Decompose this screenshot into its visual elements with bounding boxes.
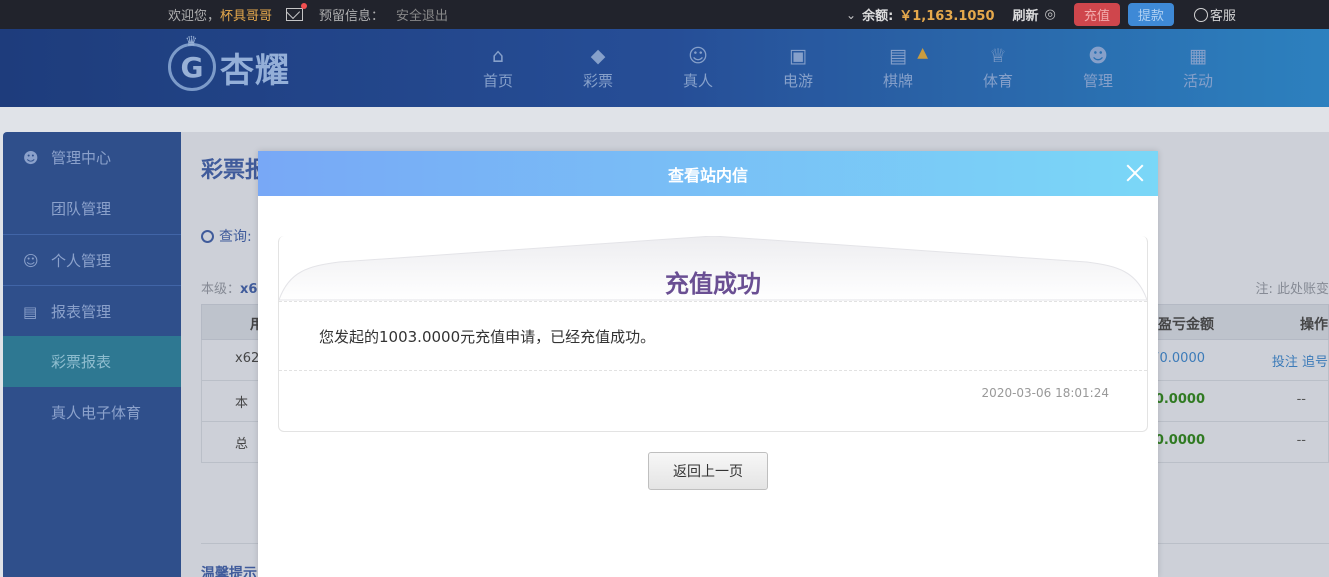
letter-body: 您发起的1003.0000元充值申请，已经充值成功。 bbox=[319, 328, 656, 346]
letter-timestamp: 2020-03-06 18:01:24 bbox=[981, 386, 1109, 400]
divider bbox=[279, 301, 1147, 302]
close-icon[interactable] bbox=[1124, 162, 1146, 184]
divider bbox=[279, 370, 1147, 371]
letter-card: 充值成功 您发起的1003.0000元充值申请，已经充值成功。 2020-03-… bbox=[278, 236, 1148, 432]
message-modal: 查看站内信 充值成功 您发起的1003.0000元充值申请，已经充值成功。 20… bbox=[258, 151, 1158, 577]
letter-heading: 充值成功 bbox=[665, 270, 761, 298]
back-button[interactable]: 返回上一页 bbox=[648, 452, 768, 490]
modal-header: 查看站内信 bbox=[258, 151, 1158, 196]
modal-title: 查看站内信 bbox=[667, 165, 748, 185]
